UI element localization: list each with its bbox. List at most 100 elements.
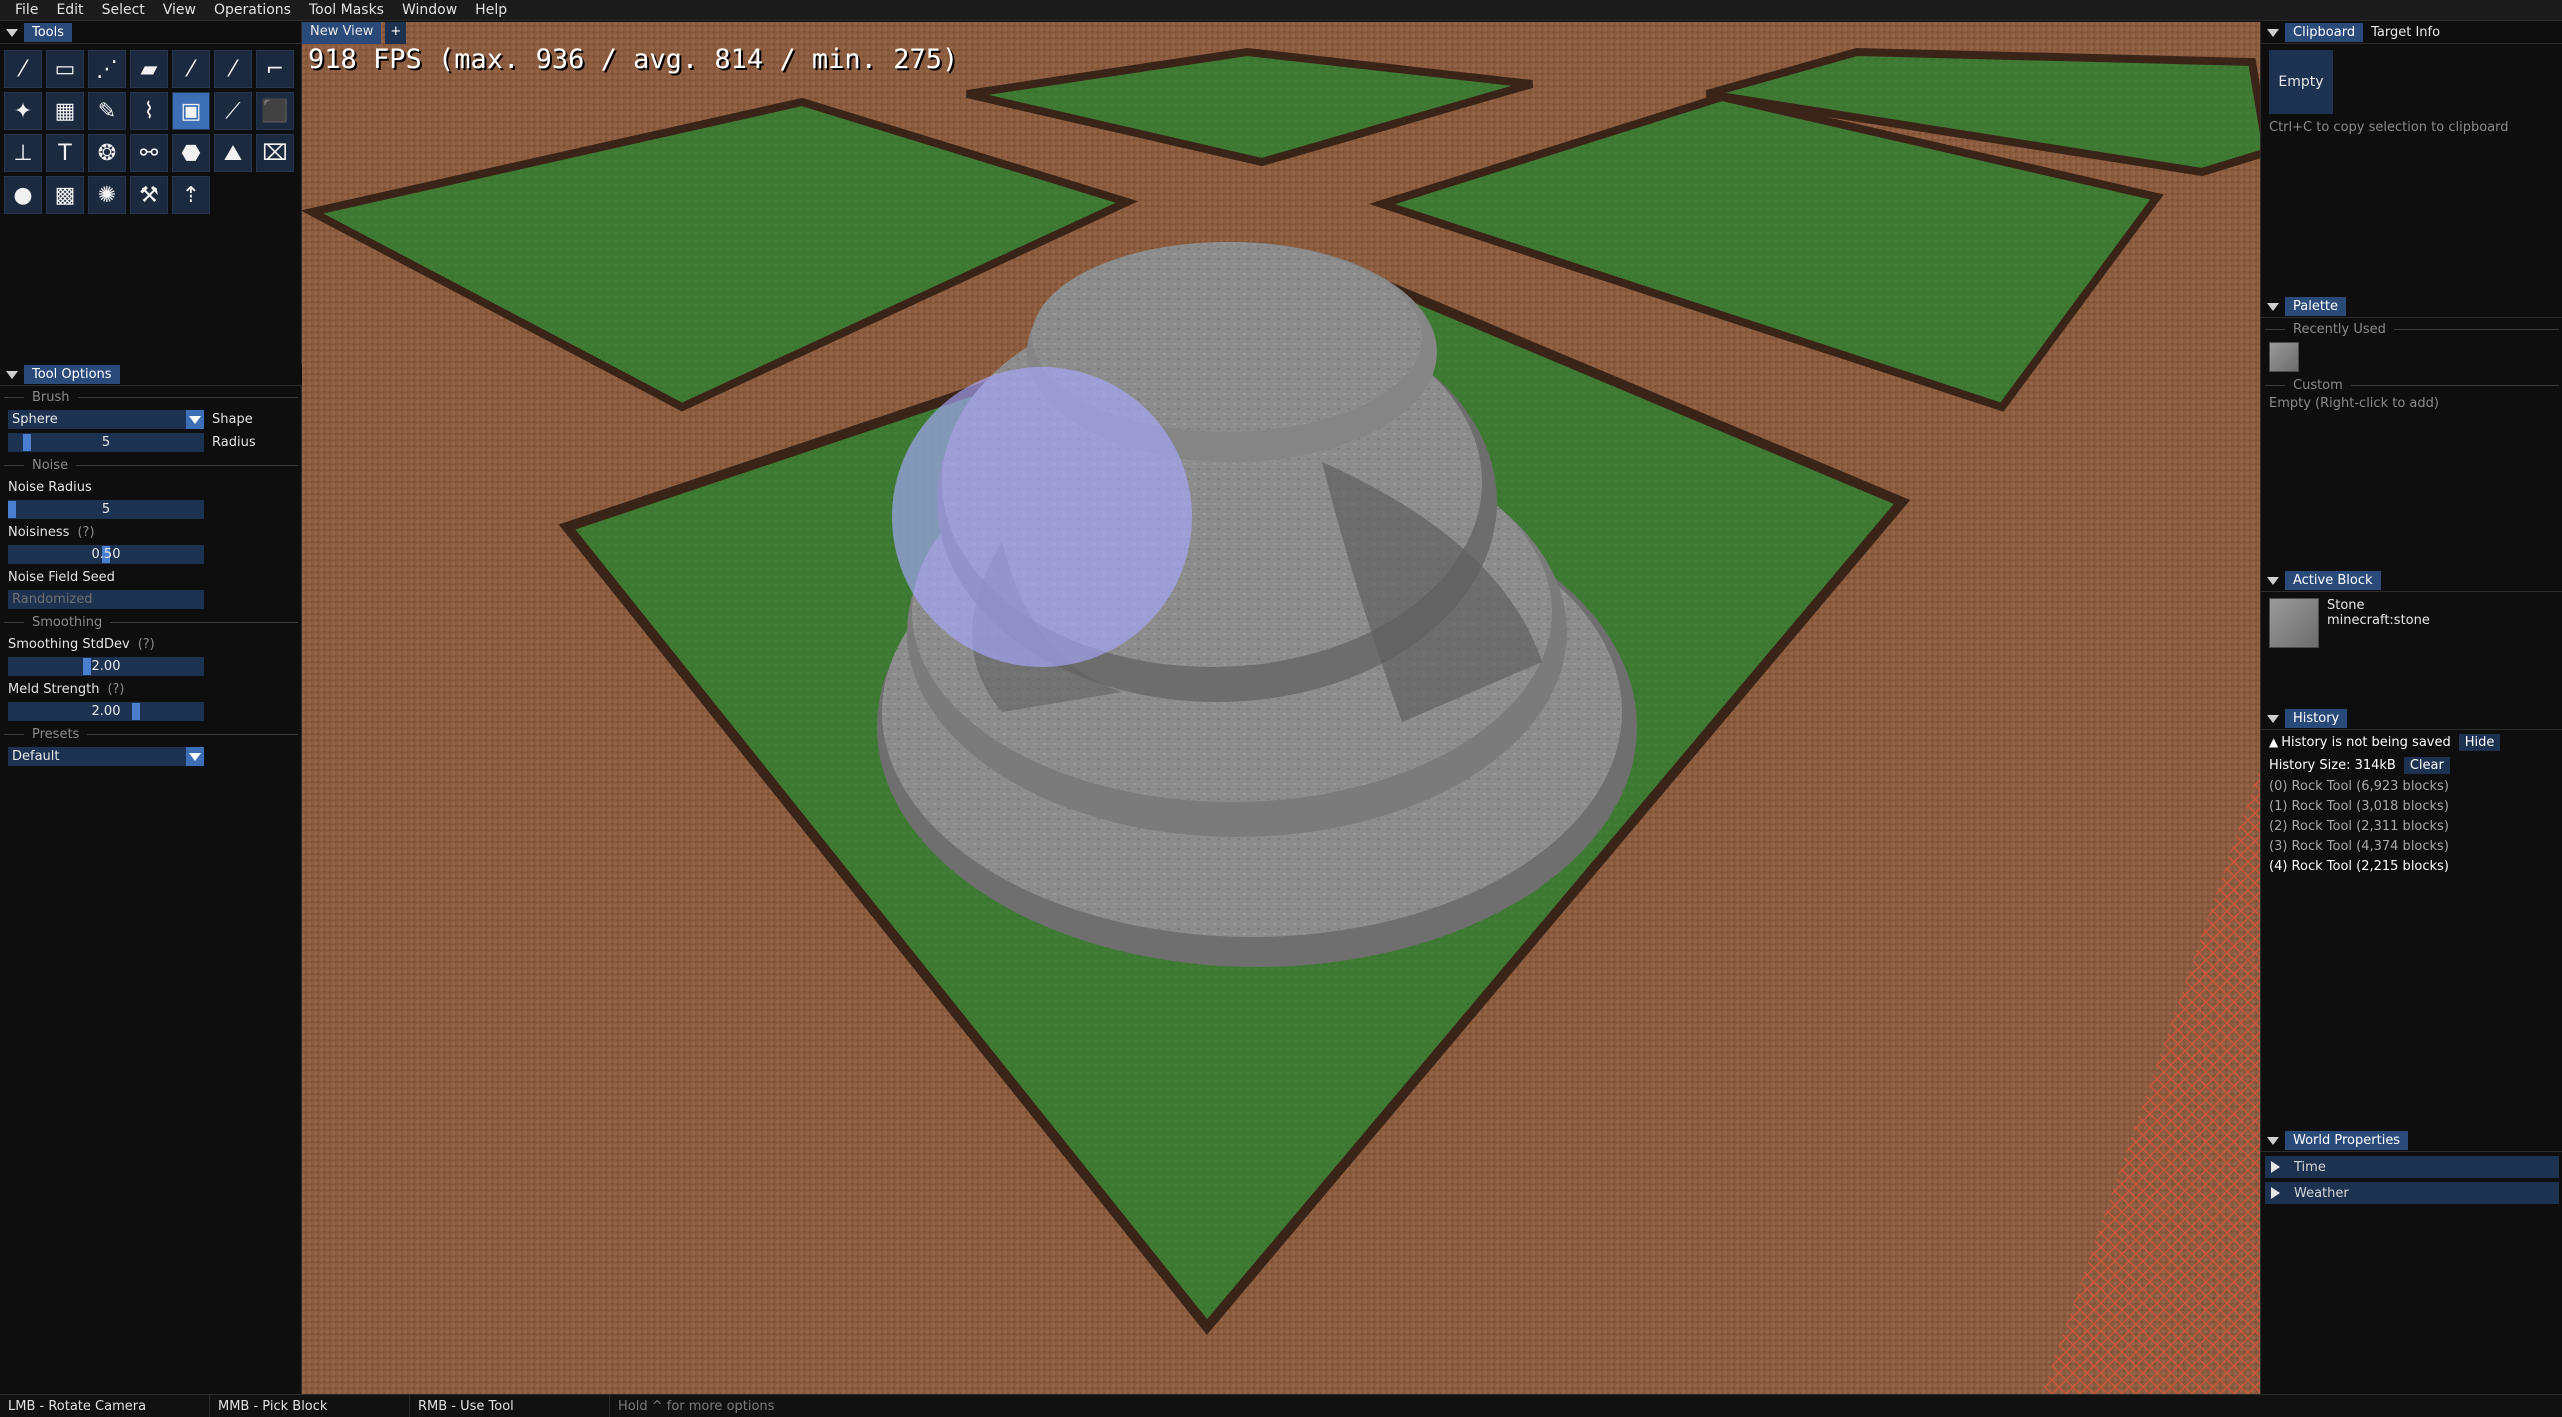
clipboard-header: Clipboard Target Info	[2261, 22, 2562, 44]
collapse-icon[interactable]	[2267, 302, 2279, 311]
3d-viewport[interactable]: New View + 918 FPS (max. 936 / avg. 814 …	[302, 22, 2260, 1394]
collapse-icon[interactable]	[2267, 714, 2279, 723]
menu-operations[interactable]: Operations	[205, 2, 300, 18]
menu-help[interactable]: Help	[466, 2, 516, 18]
add-view-button[interactable]: +	[385, 22, 407, 44]
burst-icon[interactable]: ✺	[88, 176, 126, 214]
hide-button[interactable]: Hide	[2458, 733, 2501, 751]
hammer-icon[interactable]: ⚒	[130, 176, 168, 214]
time-label: Time	[2294, 1159, 2326, 1175]
meld-label-row: Meld Strength (?)	[0, 678, 302, 700]
rock-tool-icon[interactable]: ▣	[172, 92, 210, 130]
menu-edit[interactable]: Edit	[47, 2, 92, 18]
history-list: (0) Rock Tool (6,923 blocks) (1) Rock To…	[2261, 776, 2562, 876]
menu-window[interactable]: Window	[393, 2, 466, 18]
menu-tool-masks[interactable]: Tool Masks	[300, 2, 393, 18]
stone-block-swatch[interactable]	[2269, 342, 2299, 372]
weather-label: Weather	[2294, 1185, 2349, 1201]
help-icon[interactable]: (?)	[138, 637, 155, 652]
meld-slider[interactable]: 2.00	[8, 702, 204, 721]
brush-icon[interactable]: ⁄	[172, 50, 210, 88]
slider-knob[interactable]	[8, 501, 16, 518]
menu-select[interactable]: Select	[93, 2, 154, 18]
radius-slider[interactable]: 5	[8, 433, 204, 452]
circle-icon[interactable]: ●	[4, 176, 42, 214]
collapse-icon[interactable]	[6, 370, 18, 379]
checker-icon[interactable]: ▦	[46, 92, 84, 130]
anchor-icon[interactable]: ⇡	[172, 176, 210, 214]
slider-knob[interactable]	[83, 658, 92, 675]
tab-tool-options[interactable]: Tool Options	[24, 365, 120, 384]
tab-tools[interactable]: Tools	[24, 23, 73, 42]
bucket-icon[interactable]: ⬣	[172, 134, 210, 172]
help-icon[interactable]: (?)	[107, 682, 124, 697]
terrain-icon[interactable]: ⛰	[214, 134, 252, 172]
status-bar: LMB - Rotate Camera MMB - Pick Block RMB…	[0, 1394, 2562, 1417]
tab-world-properties[interactable]: World Properties	[2285, 1131, 2409, 1150]
shape-select[interactable]: Sphere	[8, 410, 204, 429]
presets-section: Presets	[0, 723, 302, 745]
status-lmb: LMB - Rotate Camera	[0, 1394, 210, 1417]
menu-file[interactable]: File	[6, 2, 47, 18]
dropper-icon[interactable]: ⌇	[130, 92, 168, 130]
collapse-icon[interactable]	[2267, 576, 2279, 585]
tool-options-header: Tool Options	[0, 364, 302, 386]
eyedropper-line-icon[interactable]: ⋰	[88, 50, 126, 88]
line-icon[interactable]: ⁄	[214, 50, 252, 88]
spheres-icon[interactable]: ❂	[88, 134, 126, 172]
slider-knob[interactable]	[23, 434, 32, 451]
tab-clipboard[interactable]: Clipboard	[2285, 23, 2364, 42]
world-scene[interactable]	[302, 22, 2260, 1394]
cube-icon[interactable]: ⬛	[256, 92, 294, 130]
tab-new-view[interactable]: New View	[302, 22, 382, 44]
slope-icon[interactable]: ⟋	[214, 92, 252, 130]
collapse-icon[interactable]	[2267, 28, 2279, 37]
clipboard-hint: Ctrl+C to copy selection to clipboard	[2269, 120, 2509, 135]
preset-select[interactable]: Default	[8, 747, 204, 766]
recent-blocks	[2261, 340, 2562, 374]
clear-button[interactable]: Clear	[2403, 756, 2450, 774]
chevron-down-icon[interactable]	[186, 747, 204, 766]
recently-used-label: Recently Used	[2293, 321, 2386, 337]
noise-radius-label: Noise Radius	[8, 479, 92, 495]
tab-history[interactable]: History	[2285, 709, 2348, 728]
rect-select-icon[interactable]: ▭	[46, 50, 84, 88]
history-item[interactable]: (2) Rock Tool (2,311 blocks)	[2261, 816, 2562, 836]
shape-value: Sphere	[12, 412, 58, 427]
history-item[interactable]: (1) Rock Tool (3,018 blocks)	[2261, 796, 2562, 816]
time-section[interactable]: Time	[2265, 1156, 2559, 1178]
history-item[interactable]: (0) Rock Tool (6,923 blocks)	[2261, 776, 2562, 796]
weather-section[interactable]: Weather	[2265, 1182, 2559, 1204]
stamp-icon[interactable]: ⊥	[4, 134, 42, 172]
magic-wand-icon[interactable]: ⁄	[4, 50, 42, 88]
help-icon[interactable]: (?)	[77, 525, 94, 540]
seed-input[interactable]: Randomized	[8, 590, 204, 609]
noise-radius-slider[interactable]: 5	[8, 500, 204, 519]
collapse-icon[interactable]	[2267, 1136, 2279, 1145]
chevron-right-icon	[2271, 1161, 2280, 1173]
history-warning-row: ▲ History is not being saved Hide	[2261, 730, 2562, 754]
history-item[interactable]: (3) Rock Tool (4,374 blocks)	[2261, 836, 2562, 856]
history-item-current[interactable]: (4) Rock Tool (2,215 blocks)	[2261, 856, 2562, 876]
text-icon[interactable]: T	[46, 134, 84, 172]
tab-active-block[interactable]: Active Block	[2285, 571, 2381, 590]
ruler-icon[interactable]: ▰	[130, 50, 168, 88]
noisiness-slider[interactable]: 0.50	[8, 545, 204, 564]
tree-icon[interactable]: ✦	[4, 92, 42, 130]
collapse-icon[interactable]	[6, 28, 18, 37]
path-icon[interactable]: ⚯	[130, 134, 168, 172]
pencil-icon[interactable]: ✎	[88, 92, 126, 130]
erase-icon[interactable]: ⌧	[256, 134, 294, 172]
tab-target-info[interactable]: Target Info	[2363, 23, 2448, 42]
clipboard-slot[interactable]: Empty	[2269, 50, 2333, 114]
grid-icon[interactable]: ▩	[46, 176, 84, 214]
slider-knob[interactable]	[132, 703, 141, 720]
tab-palette[interactable]: Palette	[2285, 297, 2347, 316]
smoothing-slider[interactable]: 2.00	[8, 657, 204, 676]
menu-view[interactable]: View	[154, 2, 205, 18]
paint-roller-icon[interactable]: ⌐	[256, 50, 294, 88]
clipboard-body: Empty	[2261, 44, 2562, 120]
chevron-down-icon[interactable]	[186, 410, 204, 429]
clipboard-panel: Clipboard Target Info Empty Ctrl+C to co…	[2261, 22, 2562, 135]
tools-panel-header: Tools	[0, 22, 301, 44]
